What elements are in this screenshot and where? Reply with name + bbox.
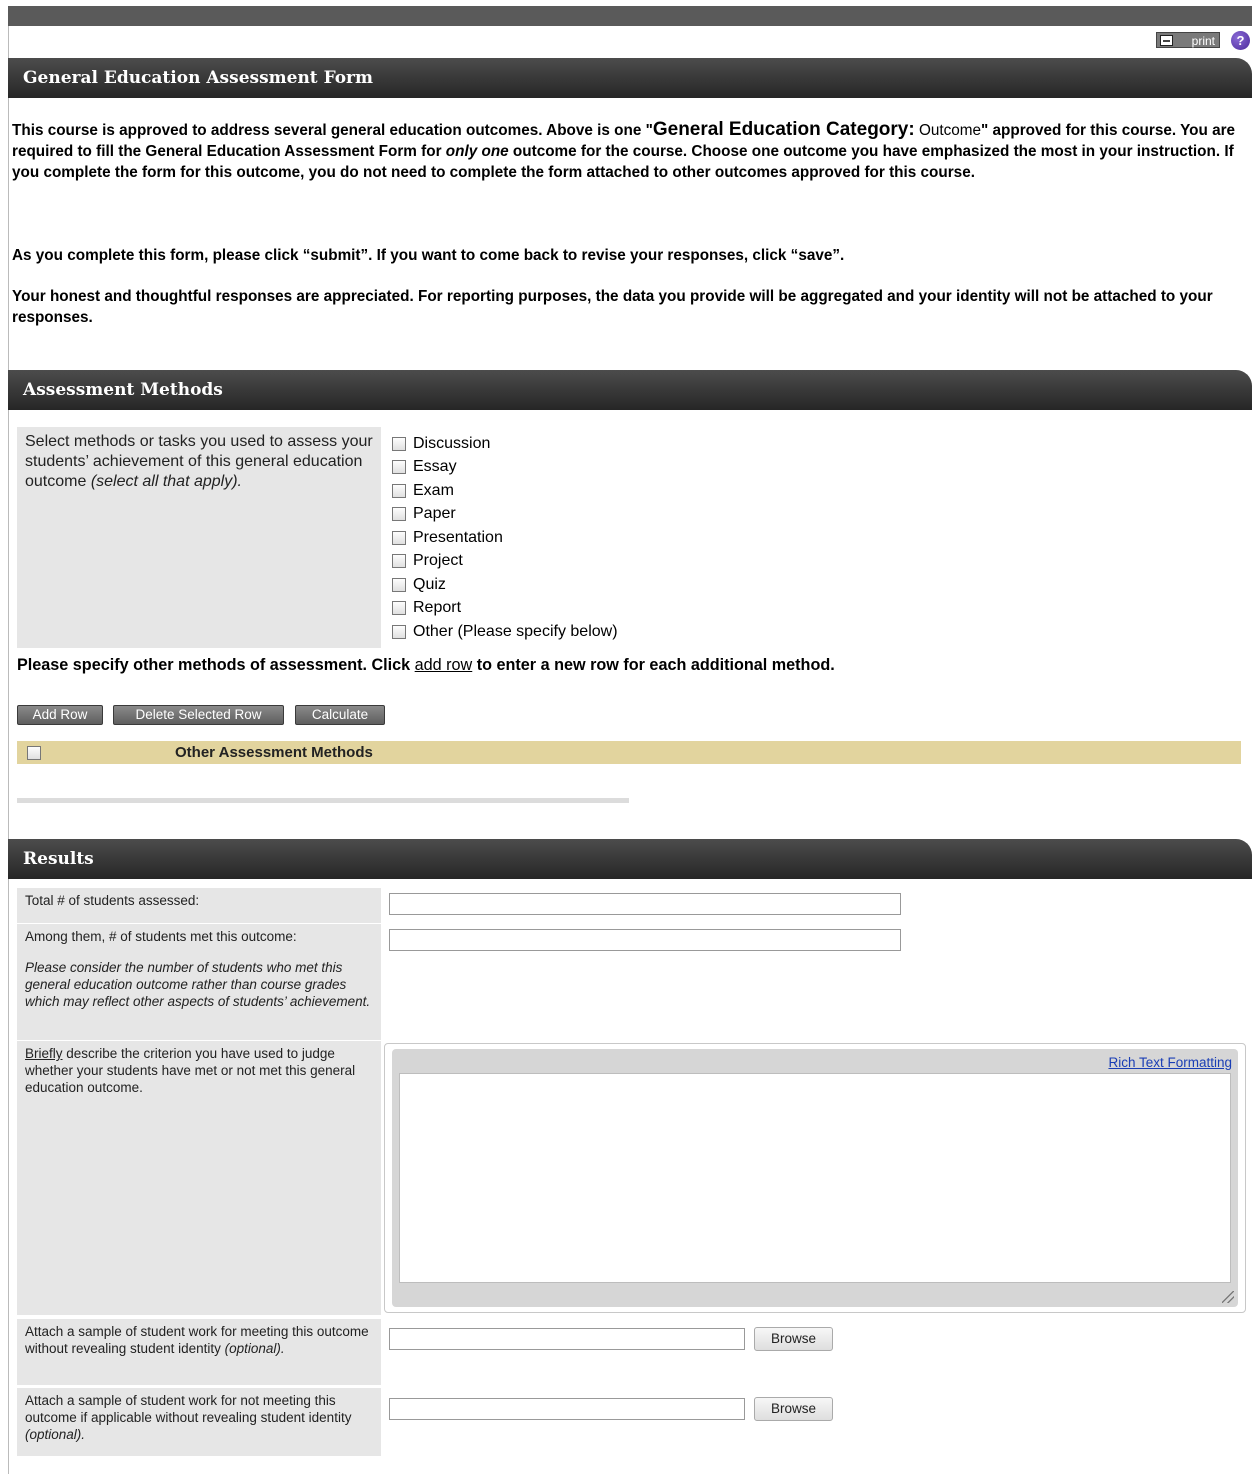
attach-meeting-file-input[interactable]: [389, 1328, 745, 1350]
method-option[interactable]: Quiz: [392, 573, 618, 597]
top-bar: [8, 6, 1252, 26]
add-row-link[interactable]: add row: [415, 656, 473, 674]
outcome-text: Outcome: [914, 122, 982, 139]
grid-horizontal-scrollbar[interactable]: [17, 798, 629, 803]
delete-selected-row-button[interactable]: Delete Selected Row: [113, 705, 284, 725]
browse-not-meeting-button[interactable]: Browse: [754, 1397, 833, 1421]
grid-column-header: Other Assessment Methods: [175, 744, 373, 761]
students-met-input[interactable]: [389, 929, 901, 951]
print-label: print: [1191, 34, 1215, 48]
method-label: Discussion: [413, 434, 491, 452]
method-option[interactable]: Exam: [392, 479, 618, 503]
resize-handle-icon[interactable]: [1222, 1291, 1234, 1303]
method-option[interactable]: Discussion: [392, 432, 618, 456]
specify-text: to enter a new row for each additional m…: [472, 656, 835, 674]
method-option[interactable]: Presentation: [392, 526, 618, 550]
criterion-editor: Rich Text Formatting: [384, 1043, 1246, 1313]
attach-meeting-label: Attach a sample of student work for meet…: [17, 1319, 381, 1385]
method-option[interactable]: Paper: [392, 503, 618, 527]
method-label: Quiz: [413, 575, 446, 593]
form-title: General Education Assessment Form: [8, 58, 1252, 98]
attach-not-meeting-hint: (optional).: [25, 1427, 86, 1442]
specify-instructions: Please specify other methods of assessme…: [17, 656, 835, 675]
method-label: Other (Please specify below): [413, 622, 618, 640]
criterion-label: Briefly describe the criterion you have …: [17, 1041, 381, 1315]
printer-icon: [1160, 35, 1173, 46]
print-button[interactable]: print: [1156, 32, 1220, 48]
intro-paragraph-1: This course is approved to address sever…: [12, 119, 1242, 183]
intro-emphasis: only one: [445, 143, 509, 160]
method-option[interactable]: Other (Please specify below): [392, 620, 618, 644]
criterion-label-text: describe the criterion you have used to …: [25, 1046, 356, 1095]
method-label: Report: [413, 599, 462, 617]
other-methods-grid-header: Other Assessment Methods: [17, 741, 1241, 764]
results-header: Results: [8, 839, 1252, 879]
methods-label: Select methods or tasks you used to asse…: [17, 427, 381, 648]
criterion-emphasis: Briefly: [25, 1046, 63, 1061]
method-checkbox[interactable]: [392, 601, 406, 616]
method-checkbox[interactable]: [392, 554, 406, 569]
intro-text: This course is approved to address sever…: [12, 122, 653, 139]
method-checkbox[interactable]: [392, 577, 406, 592]
methods-label-hint: (select all that apply).: [90, 473, 242, 490]
help-icon[interactable]: ?: [1231, 31, 1250, 50]
method-checkbox[interactable]: [392, 460, 406, 475]
attach-not-meeting-text: Attach a sample of student work for not …: [25, 1393, 352, 1425]
students-met-note: Please consider the number of students w…: [25, 960, 371, 1009]
attach-not-meeting-file-input[interactable]: [389, 1398, 745, 1420]
select-all-checkbox[interactable]: [27, 746, 41, 760]
method-label: Presentation: [413, 528, 503, 546]
attach-meeting-text: Attach a sample of student work for meet…: [25, 1324, 369, 1356]
attach-meeting-hint: (optional).: [224, 1341, 285, 1356]
method-option[interactable]: Project: [392, 550, 618, 574]
editor-frame: Rich Text Formatting: [392, 1049, 1238, 1307]
calculate-button[interactable]: Calculate: [295, 705, 385, 725]
method-checkbox[interactable]: [392, 436, 406, 451]
students-met-label: Among them, # of students met this outco…: [17, 924, 381, 1040]
assessment-methods-header: Assessment Methods: [8, 370, 1252, 410]
total-students-input[interactable]: [389, 893, 901, 915]
total-students-label: Total # of students assessed:: [17, 888, 381, 923]
method-checkbox[interactable]: [392, 483, 406, 498]
specify-text: Please specify other methods of assessme…: [17, 656, 415, 674]
method-label: Exam: [413, 481, 454, 499]
method-label: Essay: [413, 458, 457, 476]
method-option[interactable]: Report: [392, 597, 618, 621]
method-checkbox[interactable]: [392, 507, 406, 522]
attach-not-meeting-label: Attach a sample of student work for not …: [17, 1388, 381, 1456]
add-row-button[interactable]: Add Row: [17, 705, 103, 725]
method-checkbox[interactable]: [392, 624, 406, 639]
intro-paragraph-2: As you complete this form, please click …: [12, 247, 845, 264]
method-label: Paper: [413, 505, 456, 523]
methods-checkbox-list: Discussion Essay Exam Paper Presentation…: [392, 432, 618, 644]
method-option[interactable]: Essay: [392, 456, 618, 480]
method-label: Project: [413, 552, 463, 570]
criterion-textarea[interactable]: [399, 1073, 1231, 1283]
intro-paragraph-3: Your honest and thoughtful responses are…: [12, 288, 1213, 326]
method-checkbox[interactable]: [392, 530, 406, 545]
rich-text-formatting-link[interactable]: Rich Text Formatting: [1108, 1055, 1232, 1070]
students-met-label-text: Among them, # of students met this outco…: [25, 929, 297, 944]
browse-meeting-button[interactable]: Browse: [754, 1327, 833, 1351]
category-text: General Education Category:: [652, 119, 915, 140]
